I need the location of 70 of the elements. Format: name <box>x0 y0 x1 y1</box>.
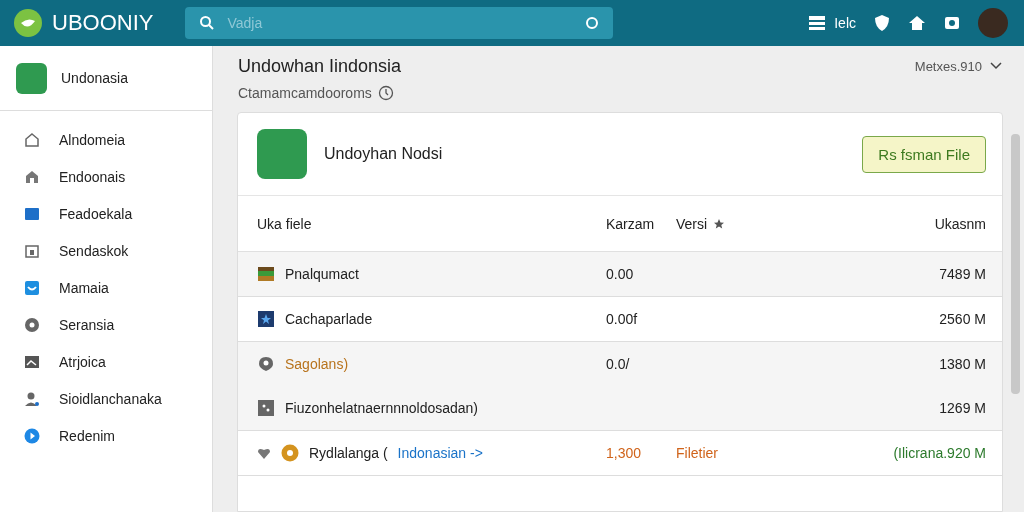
table-cell: 1380 M <box>939 356 986 372</box>
list-icon[interactable] <box>808 15 827 31</box>
shield-icon[interactable] <box>874 14 890 32</box>
house-icon <box>24 168 40 185</box>
table-cell: 7489 M <box>939 266 986 282</box>
home-icon[interactable] <box>908 15 926 31</box>
table-row[interactable]: Fiuzonhelatnaernnnoldosadan) 1269 M <box>238 386 1002 431</box>
scrollbar[interactable] <box>1011 134 1020 394</box>
app-logo: UBOONIY <box>52 10 154 36</box>
page-title: Undowhan Iindonsia <box>238 56 402 77</box>
table-cell: 1,300 <box>606 445 642 461</box>
circle-icon <box>24 316 40 333</box>
table-cell: 0.00f <box>606 311 638 327</box>
file-button[interactable]: Rs fsman File <box>862 135 986 173</box>
user-avatar <box>257 129 307 179</box>
table-cell: Filetier <box>676 445 718 461</box>
coin-icon <box>281 444 299 462</box>
table-cell: 1269 M <box>939 400 986 416</box>
table-cell: 0.00 <box>606 266 634 282</box>
sidebar-item[interactable]: Endoonais <box>0 158 212 195</box>
sidebar-item[interactable]: Feadoekala <box>0 195 212 232</box>
search-field[interactable]: Vadja <box>225 14 576 32</box>
header-label[interactable]: Ielc <box>834 15 856 31</box>
file-name: Rydlalanga ( <box>309 445 388 461</box>
logo-icon <box>14 9 42 37</box>
search-bar[interactable]: Vadja <box>185 7 614 39</box>
sidebar-item[interactable]: Seransia <box>0 306 212 343</box>
table-row[interactable]: Sagolans) 0.0/ 1380 M <box>238 342 1002 386</box>
table-cell: 2560 M <box>939 311 986 327</box>
file-name: Fiuzonhelatnaernnnoldosadan) <box>285 400 479 416</box>
sidebar-item[interactable]: Redenim <box>0 417 212 454</box>
table-cell: (Ilicrana.920 M <box>893 445 986 461</box>
image-icon <box>24 353 40 370</box>
clock-icon <box>377 85 394 101</box>
refresh-icon[interactable] <box>585 16 600 30</box>
column-header: Uka fiele <box>257 215 313 232</box>
stripes-icon <box>257 265 275 283</box>
column-header: Ukasnm <box>933 215 986 232</box>
column-header: Versi <box>676 215 708 232</box>
table-row[interactable]: Pnalqumact 0.00 7489 M <box>238 252 1002 297</box>
heart-icon <box>257 446 271 460</box>
building-icon <box>24 242 40 259</box>
column-header: Karzam <box>606 215 656 232</box>
pin-icon <box>257 355 275 373</box>
camera-icon[interactable] <box>944 15 960 31</box>
grid-icon <box>257 399 275 417</box>
home-icon <box>24 131 40 148</box>
sidebar-item[interactable]: Mamaia <box>0 269 212 306</box>
file-name: Cachaparlade <box>285 311 373 327</box>
play-icon <box>24 427 40 444</box>
search-icon <box>199 15 216 31</box>
person-icon <box>24 390 40 407</box>
page-subtitle: Ctamamcamdooroms <box>238 85 372 101</box>
sort-dropdown[interactable]: Metxes.910 <box>914 56 1002 76</box>
sidebar-item[interactable]: Sendaskok <box>0 232 212 269</box>
table-row[interactable]: Rydlalanga ( Indonasian -> 1,300 Filetier (Ilicrana.920 M <box>238 431 1002 476</box>
card-title: Undoyhan Nodsi <box>324 145 443 163</box>
table-cell: 0.0/ <box>606 356 630 372</box>
profile-avatar <box>16 62 47 94</box>
profile-name: Undonasia <box>61 70 128 86</box>
badge-icon <box>24 279 40 296</box>
link[interactable]: Indonasian -> <box>397 445 483 461</box>
star-icon <box>713 217 726 230</box>
file-name: Pnalqumact <box>285 266 359 282</box>
sidebar-item[interactable]: Atrjoica <box>0 343 212 380</box>
file-name: Sagolans) <box>285 356 349 372</box>
folder-icon <box>24 205 40 222</box>
sidebar-item[interactable]: Alndomeia <box>0 121 212 158</box>
sidebar-item[interactable]: Sioidlanchanaka <box>0 380 212 417</box>
caret-icon <box>990 62 1002 70</box>
